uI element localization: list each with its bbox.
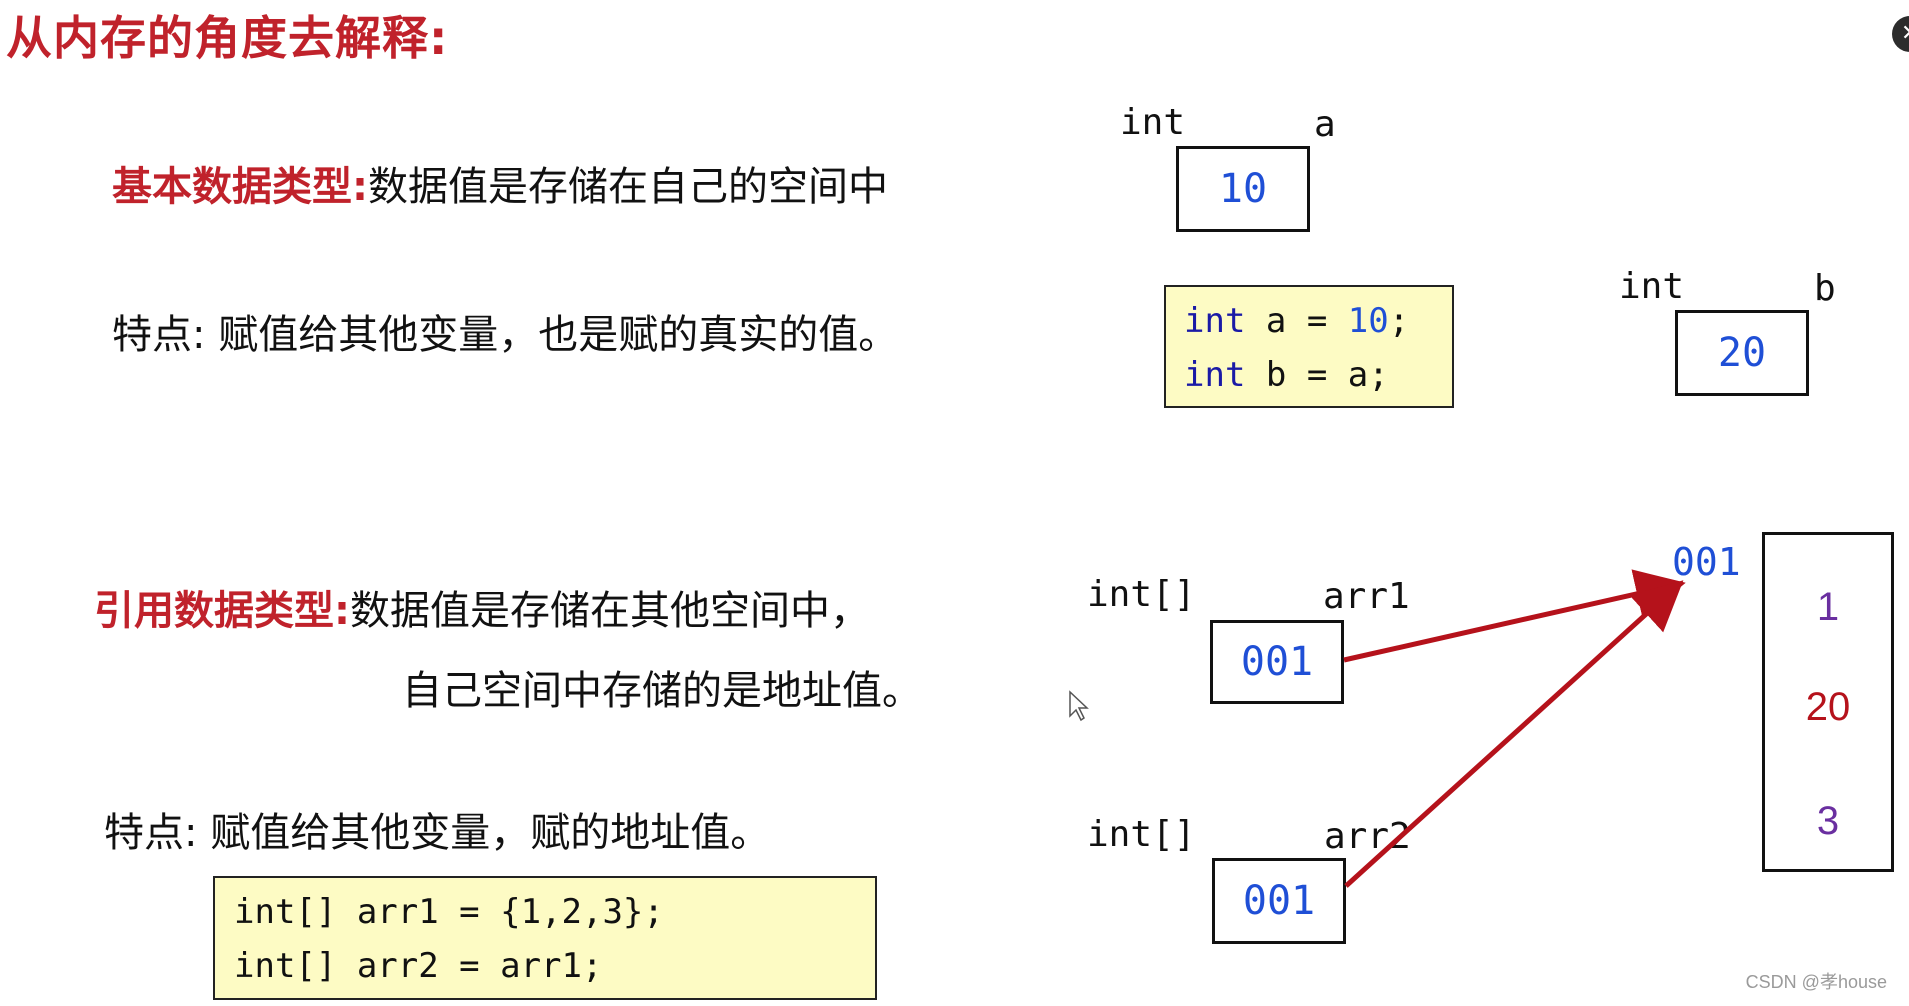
arr1-pointer-arrow xyxy=(1343,569,1686,663)
arr2-pointer-arrow xyxy=(1344,580,1684,888)
mouse-cursor-icon xyxy=(1069,690,1089,722)
reference-arrows xyxy=(1069,569,1686,888)
slide: 从内存的角度去解释: 基本数据类型:数据值是存储在自己的空间中 特点: 赋值给其… xyxy=(0,0,1909,1006)
watermark: CSDN @孝house xyxy=(1745,972,1887,992)
